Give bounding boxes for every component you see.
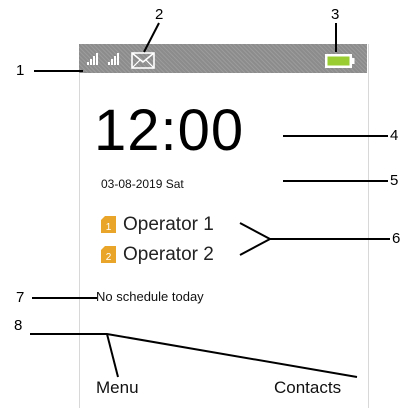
callout-label-7: 7 [16, 289, 25, 306]
callout-lines [30, 22, 390, 378]
callout-line-6a [239, 222, 273, 256]
callout-label-1: 1 [16, 62, 25, 79]
callout-label-2: 2 [155, 6, 164, 23]
callout-line-8b [106, 333, 119, 378]
callout-line-8a [30, 333, 358, 378]
callout-label-8: 8 [14, 317, 23, 334]
callout-line-2 [143, 22, 160, 53]
callout-label-5: 5 [390, 172, 399, 189]
callout-label-3: 3 [331, 6, 340, 23]
callout-label-4: 4 [390, 127, 399, 144]
callout-label-6: 6 [392, 230, 401, 247]
